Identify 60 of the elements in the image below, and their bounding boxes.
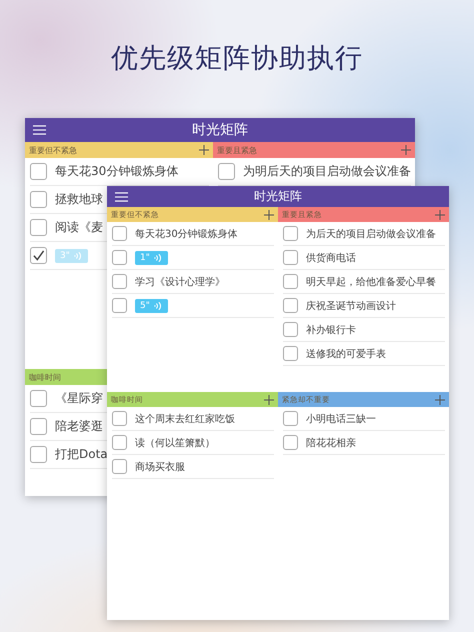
menu-icon[interactable] <box>115 192 128 202</box>
checkbox[interactable] <box>112 459 127 474</box>
checkbox[interactable] <box>283 411 298 426</box>
task-text: 送修我的可爱手表 <box>306 348 386 360</box>
task-text: 商场买衣服 <box>135 460 185 474</box>
checkbox[interactable] <box>30 219 47 236</box>
voice-memo-badge[interactable]: 1" <box>135 250 168 264</box>
task-text: 拯救地球 <box>55 191 103 208</box>
checkbox[interactable] <box>283 298 298 313</box>
add-icon[interactable] <box>435 210 445 220</box>
checkbox[interactable] <box>283 346 298 361</box>
task-text: 《星际穿 <box>55 390 103 407</box>
checkbox[interactable] <box>112 298 127 313</box>
voice-memo-badge[interactable]: 5" <box>135 298 168 312</box>
screen-title: 时光矩阵 <box>192 121 248 139</box>
add-icon[interactable] <box>199 145 209 155</box>
checkbox[interactable] <box>30 163 47 180</box>
task-text: 小明电话三缺一 <box>306 412 376 426</box>
task-text: 庆祝圣诞节动画设计 <box>306 300 396 312</box>
checkbox[interactable] <box>112 411 127 426</box>
headline: 优先级矩阵协助执行 <box>110 42 364 76</box>
checkbox[interactable] <box>283 322 298 337</box>
checkbox[interactable] <box>283 435 298 450</box>
task-text: 陪老婆逛 <box>55 418 103 435</box>
task-text: 这个周末去红红家吃饭 <box>135 412 235 426</box>
task-text: 打把Dota <box>55 446 108 463</box>
voice-memo-badge[interactable]: 3" <box>55 248 88 262</box>
task-text: 阅读《麦 <box>55 219 103 236</box>
section-title: 重要且紧急 <box>217 144 257 156</box>
checkbox[interactable] <box>30 446 47 463</box>
screen-title: 时光矩阵 <box>254 188 302 205</box>
checkbox[interactable] <box>218 163 235 180</box>
task-text: 为明后天的项目启动做会议准备 <box>243 163 411 180</box>
checkbox[interactable] <box>30 191 47 208</box>
task-text: 每天花30分钟锻炼身体 <box>55 163 178 180</box>
task-text: 明天早起，给他准备爱心早餐 <box>306 276 436 288</box>
task-text: 为后天的项目启动做会议准备 <box>306 228 436 240</box>
task-text: 陪花花相亲 <box>306 436 356 450</box>
checkbox[interactable] <box>112 250 127 265</box>
task-text: 供货商电话 <box>306 252 356 264</box>
add-icon[interactable] <box>264 394 274 404</box>
task-text: 每天花30分钟锻炼身体 <box>135 228 238 240</box>
section-title: 重要但不紧急 <box>29 144 77 156</box>
task-text: 补办银行卡 <box>306 324 356 336</box>
add-icon[interactable] <box>264 210 274 220</box>
checkbox[interactable] <box>112 435 127 450</box>
add-icon[interactable] <box>401 145 411 155</box>
checkbox[interactable] <box>283 274 298 289</box>
task-text: 学习《设计心理学》 <box>135 276 225 288</box>
add-icon[interactable] <box>435 394 445 404</box>
checkbox[interactable] <box>30 390 47 407</box>
checkbox[interactable] <box>283 250 298 265</box>
menu-icon[interactable] <box>33 125 46 135</box>
task-text: 读（何以笙箫默） <box>135 436 215 450</box>
checkbox[interactable] <box>112 274 127 289</box>
checkbox[interactable] <box>283 226 298 241</box>
section-title: 咖啡时间 <box>29 372 61 382</box>
checkbox[interactable] <box>112 226 127 241</box>
checkbox[interactable] <box>30 418 47 435</box>
checkbox[interactable] <box>30 247 47 264</box>
